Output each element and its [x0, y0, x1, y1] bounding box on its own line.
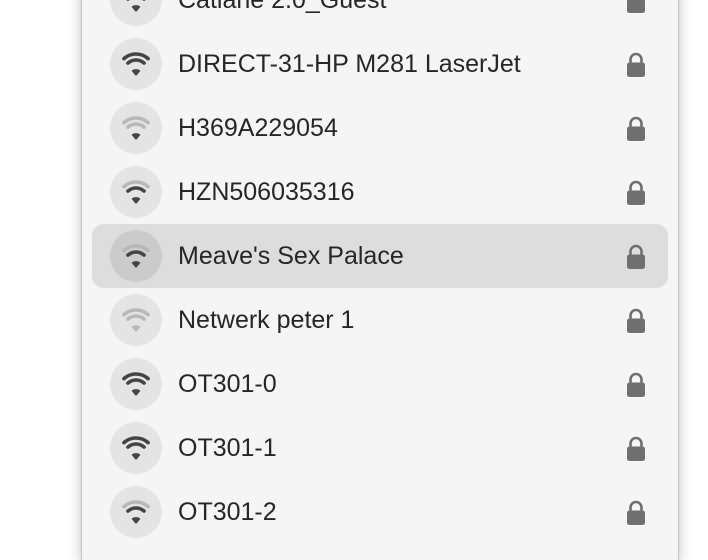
wifi-icon: [110, 358, 162, 410]
lock-icon: [625, 436, 647, 462]
network-name: DIRECT-31-HP M281 LaserJet: [178, 50, 521, 78]
network-row[interactable]: DIRECT-31-HP M281 LaserJet: [92, 32, 668, 96]
wifi-icon: [110, 102, 162, 154]
network-name: Catiane 2.0_Guest: [178, 0, 387, 14]
wifi-icon: [110, 486, 162, 538]
network-name: OT301-2: [178, 498, 277, 526]
wifi-icon: [110, 38, 162, 90]
network-name: OT301-1: [178, 434, 277, 462]
wifi-icon: [110, 166, 162, 218]
network-name: OT301-0: [178, 370, 277, 398]
network-row[interactable]: OT301-0: [92, 352, 668, 416]
network-name: HZN506035316: [178, 178, 355, 206]
network-row[interactable]: Netwerk peter 1: [92, 288, 668, 352]
network-name: H369A229054: [178, 114, 338, 142]
wifi-network-menu: Catiane 2.0_Guest DIRECT-31-HP M281 Lase…: [82, 0, 678, 560]
lock-icon: [625, 180, 647, 206]
network-name: Netwerk peter 1: [178, 306, 355, 334]
wifi-icon: [110, 230, 162, 282]
lock-icon: [625, 116, 647, 142]
lock-icon: [625, 308, 647, 334]
network-name: Meave's Sex Palace: [178, 242, 404, 270]
lock-icon: [625, 244, 647, 270]
lock-icon: [625, 52, 647, 78]
wifi-icon: [110, 422, 162, 474]
wifi-icon: [110, 0, 162, 26]
network-row[interactable]: Meave's Sex Palace: [92, 224, 668, 288]
wifi-icon: [110, 294, 162, 346]
network-row[interactable]: OT301-2: [92, 480, 668, 544]
network-row[interactable]: OT301-1: [92, 416, 668, 480]
lock-icon: [625, 0, 647, 14]
network-row[interactable]: HZN506035316: [92, 160, 668, 224]
network-row[interactable]: Catiane 2.0_Guest: [92, 0, 668, 32]
lock-icon: [625, 500, 647, 526]
lock-icon: [625, 372, 647, 398]
network-row[interactable]: H369A229054: [92, 96, 668, 160]
